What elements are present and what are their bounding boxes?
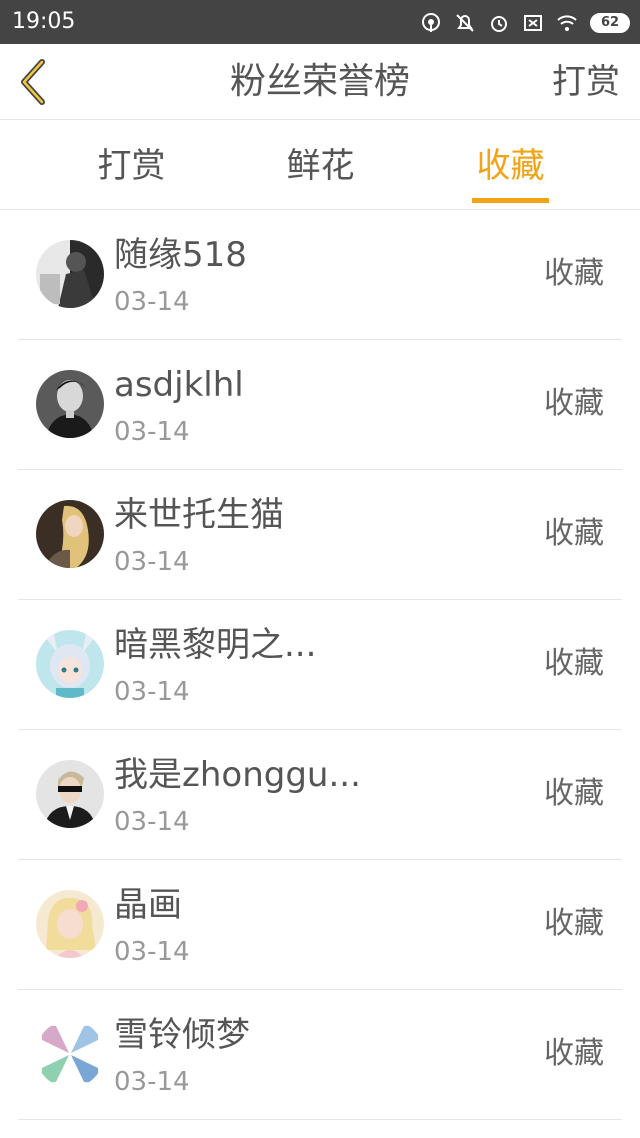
fan-name: 我是zhonggu... bbox=[114, 755, 361, 795]
fan-action: 收藏 bbox=[544, 906, 604, 941]
list-item[interactable]: asdjklhl 03-14 收藏 bbox=[0, 340, 640, 470]
fan-date: 03-14 bbox=[114, 807, 190, 837]
list-item[interactable]: 雪铃倾梦 03-14 收藏 bbox=[0, 990, 640, 1120]
list-item[interactable]: 晶画 03-14 收藏 bbox=[0, 860, 640, 990]
fan-action: 收藏 bbox=[544, 516, 604, 551]
reward-button[interactable]: 打赏 bbox=[552, 62, 620, 102]
status-time: 19:05 bbox=[12, 9, 76, 34]
fan-date: 03-14 bbox=[114, 547, 190, 577]
fan-date: 03-14 bbox=[114, 1067, 190, 1097]
fan-name: 雪铃倾梦 bbox=[114, 1015, 250, 1055]
avatar bbox=[36, 370, 104, 438]
fan-name: 来世托生猫 bbox=[114, 495, 284, 535]
tab-favorites[interactable]: 收藏 bbox=[472, 146, 549, 186]
fan-list: 随缘518 03-14 收藏 asdjklhl 03-14 收藏 来世托生猫 0… bbox=[0, 210, 640, 1120]
fan-action: 收藏 bbox=[544, 646, 604, 681]
fan-action: 收藏 bbox=[544, 1036, 604, 1071]
list-item[interactable]: 暗黑黎明之... 03-14 收藏 bbox=[0, 600, 640, 730]
fan-action: 收藏 bbox=[544, 776, 604, 811]
battery-indicator: 62 bbox=[590, 13, 630, 33]
hotspot-icon bbox=[422, 13, 440, 32]
status-icons: 62 bbox=[420, 11, 630, 35]
status-bar: 19:05 62 bbox=[0, 0, 640, 44]
tab-bar: 打赏 鲜花 收藏 bbox=[0, 120, 640, 210]
avatar bbox=[36, 240, 104, 308]
avatar bbox=[36, 500, 104, 568]
fan-name: 暗黑黎明之... bbox=[114, 625, 317, 665]
fan-name: 随缘518 bbox=[114, 235, 247, 275]
fan-date: 03-14 bbox=[114, 937, 190, 967]
avatar bbox=[36, 1020, 104, 1088]
mute-icon bbox=[456, 14, 474, 32]
tab-flowers[interactable]: 鲜花 bbox=[282, 146, 359, 186]
avatar bbox=[36, 890, 104, 958]
fan-date: 03-14 bbox=[114, 677, 190, 707]
alarm-icon bbox=[491, 16, 507, 32]
active-tab-indicator bbox=[472, 198, 549, 203]
fan-date: 03-14 bbox=[114, 287, 190, 317]
avatar bbox=[36, 760, 104, 828]
row-divider bbox=[18, 1119, 622, 1120]
fan-name: asdjklhl bbox=[114, 365, 244, 405]
avatar bbox=[36, 630, 104, 698]
list-item[interactable]: 来世托生猫 03-14 收藏 bbox=[0, 470, 640, 600]
list-item[interactable]: 我是zhonggu... 03-14 收藏 bbox=[0, 730, 640, 860]
tab-reward[interactable]: 打赏 bbox=[93, 146, 170, 186]
nav-bar: 粉丝荣誉榜 打赏 bbox=[0, 44, 640, 120]
page-title: 粉丝荣誉榜 bbox=[229, 61, 410, 102]
list-item[interactable]: 随缘518 03-14 收藏 bbox=[0, 210, 640, 340]
fan-action: 收藏 bbox=[544, 256, 604, 291]
sim-icon bbox=[524, 15, 542, 31]
fan-action: 收藏 bbox=[544, 386, 604, 421]
fan-name: 晶画 bbox=[114, 885, 182, 925]
fan-date: 03-14 bbox=[114, 417, 190, 447]
wifi-icon bbox=[557, 15, 577, 31]
